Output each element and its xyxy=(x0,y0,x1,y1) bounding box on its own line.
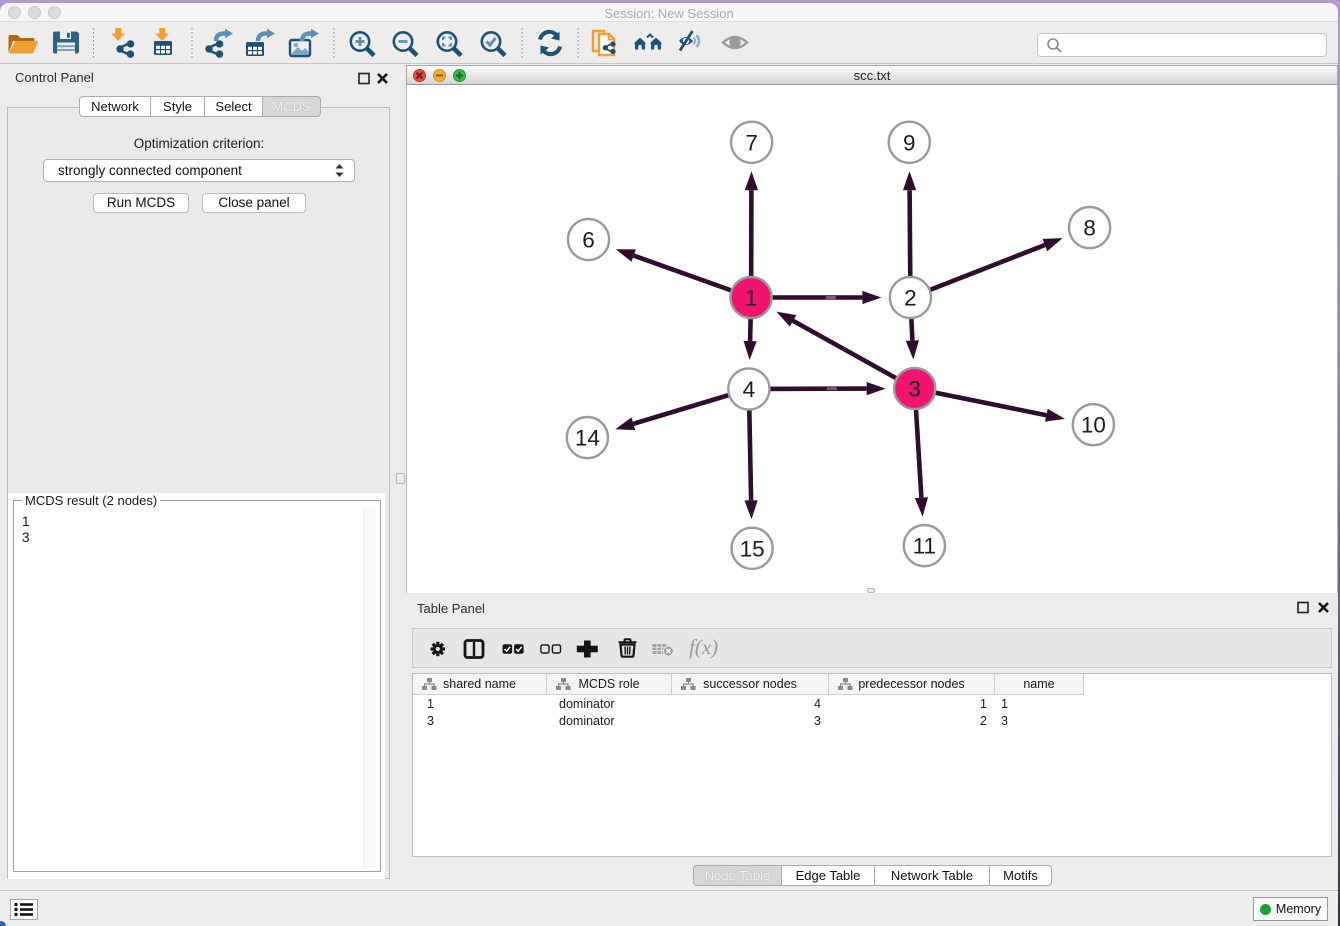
svg-text:1: 1 xyxy=(745,286,758,311)
svg-text:10: 10 xyxy=(1081,413,1106,438)
svg-text:2: 2 xyxy=(904,286,917,311)
svg-text:3: 3 xyxy=(908,377,921,402)
svg-text:7: 7 xyxy=(745,130,758,155)
svg-text:14: 14 xyxy=(575,426,600,451)
svg-text:15: 15 xyxy=(740,536,765,561)
svg-text:4: 4 xyxy=(743,377,756,402)
svg-text:6: 6 xyxy=(582,228,595,253)
svg-text:11: 11 xyxy=(913,534,936,559)
svg-text:9: 9 xyxy=(903,130,916,155)
svg-text:8: 8 xyxy=(1083,216,1096,241)
